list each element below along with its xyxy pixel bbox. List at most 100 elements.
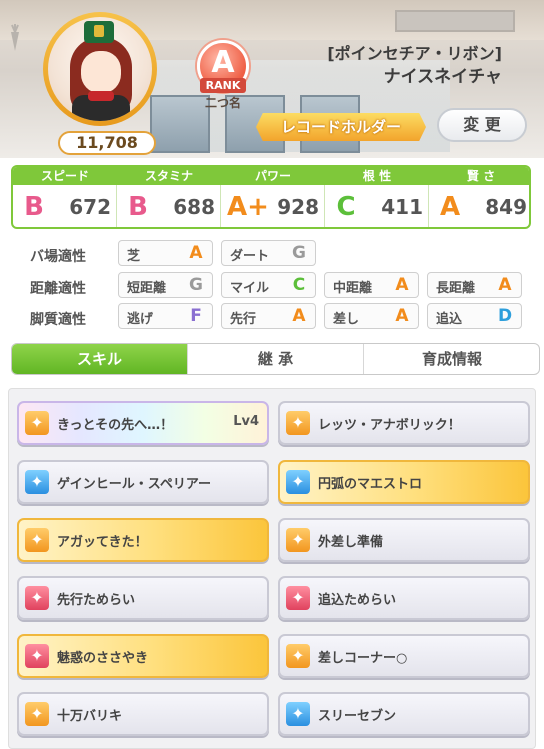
stat-value: 849 [485, 195, 527, 219]
aptitude-long: 長距離 A [427, 272, 522, 298]
skill-name: レッツ・アナボリック！ [318, 418, 461, 433]
skill-item[interactable]: ✦ 先行ためらい [17, 576, 269, 620]
aptitude-dirt: ダート G [221, 240, 316, 266]
stat-grade: A [439, 192, 461, 222]
aptitude-end-closer: 追込 D [427, 303, 522, 329]
aptitude-name: 追込 [436, 312, 463, 327]
skill-name: 円弧のマエストロ [318, 477, 423, 492]
skill-item[interactable]: ✦ 追込ためらい [278, 576, 530, 620]
aptitude-name: 逃げ [127, 312, 154, 327]
stat-value: 928 [277, 195, 319, 219]
character-title: [ポインセチア・リボン] [327, 44, 502, 63]
aptitude-turf: 芝 A [118, 240, 213, 266]
stat-label: 根 性 [325, 167, 429, 185]
stat-stamina: スタミナ B 688 [117, 167, 221, 227]
fan-count: 11,708 [58, 131, 156, 155]
aptitude-name: 先行 [230, 312, 257, 327]
skill-item[interactable]: ✦ きっとその先へ…！ Lv4 [17, 401, 269, 445]
skill-level: Lv4 [233, 414, 259, 429]
aptitude-name: マイル [230, 281, 270, 296]
character-header: 11,708 A RANK 二つ名 [ポインセチア・リボン] ナイスネイチャ レ… [0, 0, 544, 158]
skill-icon: ✦ [286, 644, 310, 668]
aptitude-pace-chaser: 先行 A [221, 303, 316, 329]
skill-icon: ✦ [25, 470, 49, 494]
aptitude-medium: 中距離 A [324, 272, 419, 298]
skill-icon: ✦ [286, 586, 310, 610]
aptitude-name: ダート [230, 249, 270, 264]
aptitude-grade: C [292, 275, 306, 295]
skill-item[interactable]: ✦ レッツ・アナボリック！ [278, 401, 530, 445]
stat-power: パワー A+ 928 [221, 167, 325, 227]
skill-icon: ✦ [25, 644, 49, 668]
skill-name: ゲインヒール・スペリアー [57, 477, 212, 492]
stats-panel: スピード B 672 スタミナ B 688 パワー A+ 928 根 性 C 4… [11, 165, 531, 229]
skill-item[interactable]: ✦ 魅惑のささやき [17, 634, 269, 678]
aptitude-name: 中距離 [333, 281, 373, 296]
skill-item[interactable]: ✦ 十万バリキ [17, 692, 269, 736]
skill-item[interactable]: ✦ 差しコーナー○ [278, 634, 530, 678]
carrot-icon [11, 24, 19, 51]
detail-tabs: スキル 継 承 育成情報 [11, 343, 540, 375]
aptitude-grade: A [498, 275, 512, 295]
skill-name: 先行ためらい [57, 593, 136, 608]
distance-aptitude-label: 距離適性 [30, 281, 86, 297]
stat-grade: B [24, 192, 44, 222]
aptitude-grade: G [292, 243, 306, 263]
stat-guts: 根 性 C 411 [325, 167, 429, 227]
aptitude-sprint: 短距離 G [118, 272, 213, 298]
skill-item[interactable]: ✦ アガッてきた！ [17, 518, 269, 562]
skill-item[interactable]: ✦ スリーセブン [278, 692, 530, 736]
strategy-aptitude-label: 脚質適性 [30, 312, 86, 328]
aptitude-grade: A [189, 243, 203, 263]
character-name: ナイスネイチャ [383, 67, 502, 87]
tab-inheritance[interactable]: 継 承 [188, 344, 364, 374]
rank-label: RANK [200, 78, 246, 93]
stat-value: 688 [173, 195, 215, 219]
skill-name: 魅惑のささやき [57, 651, 149, 666]
aptitude-mile: マイル C [221, 272, 316, 298]
skill-icon: ✦ [286, 470, 310, 494]
aptitude-name: 短距離 [127, 281, 167, 296]
rank-letter: A [211, 45, 235, 80]
skill-name: スリーセブン [318, 709, 397, 724]
skill-icon: ✦ [25, 586, 49, 610]
skill-icon: ✦ [286, 702, 310, 726]
skill-icon: ✦ [25, 528, 49, 552]
rank-sub: 二つ名 [204, 96, 241, 110]
skill-item[interactable]: ✦ ゲインヒール・スペリアー [17, 460, 269, 504]
aptitude-name: 差し [333, 312, 360, 327]
epithet-ribbon: レコードホルダー [256, 113, 426, 141]
stat-value: 672 [69, 195, 111, 219]
aptitude-name: 芝 [127, 249, 141, 264]
skill-icon: ✦ [25, 702, 49, 726]
stat-speed: スピード B 672 [13, 167, 117, 227]
skill-item[interactable]: ✦ 外差し準備 [278, 518, 530, 562]
stat-value: 411 [381, 195, 423, 219]
skills-list: ✦ きっとその先へ…！ Lv4 ✦ レッツ・アナボリック！ ✦ ゲインヒール・ス… [8, 388, 536, 749]
tab-training-info[interactable]: 育成情報 [364, 344, 539, 374]
stat-grade: C [336, 192, 356, 222]
skill-name: 追込ためらい [318, 593, 397, 608]
stat-label: スピード [13, 167, 117, 185]
skill-item[interactable]: ✦ 円弧のマエストロ [278, 460, 530, 504]
skill-name: 十万バリキ [57, 709, 123, 724]
change-epithet-button[interactable]: 変 更 [437, 108, 527, 142]
skill-icon: ✦ [286, 528, 310, 552]
skill-name: アガッてきた！ [57, 535, 148, 550]
aptitude-grade: A [292, 306, 306, 326]
skill-icon: ✦ [286, 411, 310, 435]
aptitude-name: 長距離 [436, 281, 476, 296]
stat-label: パワー [221, 167, 325, 185]
aptitude-grade: F [190, 306, 202, 326]
character-avatar[interactable] [43, 12, 157, 126]
stat-grade: A+ [227, 192, 269, 222]
stat-label: スタミナ [117, 167, 221, 185]
aptitude-grade: D [497, 306, 513, 326]
background-vent [395, 10, 515, 32]
skill-name: 差しコーナー○ [318, 651, 408, 666]
aptitude-late-surger: 差し A [324, 303, 419, 329]
skill-name: きっとその先へ…！ [57, 418, 174, 433]
stat-wisdom: 賢 さ A 849 [429, 167, 529, 227]
tab-skills[interactable]: スキル [12, 344, 188, 374]
aptitude-grade: A [395, 306, 409, 326]
